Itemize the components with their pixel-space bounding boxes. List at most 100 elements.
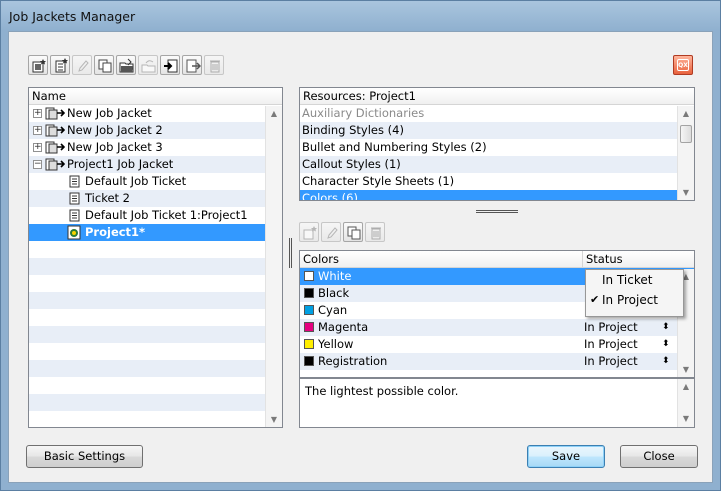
- color-swatch: [304, 339, 314, 349]
- tree-empty-row: [29, 241, 282, 258]
- tree-item-label: New Job Jacket: [67, 106, 152, 120]
- project-ticket-icon: [67, 225, 81, 240]
- tree-header-name[interactable]: Name: [29, 88, 282, 105]
- tree-item[interactable]: Default Job Ticket 1:Project1: [29, 207, 282, 224]
- resources-header-label: Resources: Project1: [303, 89, 416, 103]
- scroll-down-arrow-icon[interactable]: ▼: [266, 412, 282, 427]
- quarkxpress-icon: QX: [677, 59, 689, 71]
- tree-rows: + New Job Jacket + New Job Jacket 2 + New Job…: [29, 105, 282, 427]
- resource-item[interactable]: Bullet and Numbering Styles (2): [300, 139, 694, 156]
- open-button[interactable]: [116, 55, 136, 75]
- color-status-select[interactable]: In Project: [584, 336, 674, 353]
- trash-icon: [371, 227, 381, 240]
- color-row[interactable]: Magenta In Project ⬍: [300, 319, 694, 336]
- edit-button[interactable]: [72, 55, 92, 75]
- status-updown-icon[interactable]: ⬍: [662, 353, 670, 370]
- color-status-select[interactable]: In Project: [584, 319, 674, 336]
- resources-rows: Auxiliary Dictionaries Binding Styles (4)…: [300, 105, 694, 200]
- main-toolbar: [28, 55, 224, 75]
- tree-item[interactable]: Default Job Ticket: [29, 173, 282, 190]
- resource-item[interactable]: Auxiliary Dictionaries: [300, 105, 694, 122]
- export-button[interactable]: [182, 55, 202, 75]
- tree-item[interactable]: − Project1 Job Jacket: [29, 156, 282, 173]
- collapse-icon[interactable]: −: [33, 160, 42, 169]
- expand-icon[interactable]: +: [33, 143, 42, 152]
- duplicate-color-button[interactable]: [343, 222, 363, 242]
- tree-empty-row: [29, 326, 282, 343]
- vertical-splitter-handle[interactable]: [289, 238, 292, 268]
- color-description-text: The lightest possible color.: [305, 384, 459, 398]
- color-status-select[interactable]: In Project: [584, 353, 674, 370]
- tree-item[interactable]: + New Job Jacket 3: [29, 139, 282, 156]
- new-color-button[interactable]: [299, 222, 319, 242]
- color-description-box: The lightest possible color. ▲ ▼: [299, 378, 695, 428]
- delete-button[interactable]: [204, 55, 224, 75]
- job-ticket-icon: [69, 209, 80, 222]
- scroll-down-arrow-icon[interactable]: ▼: [678, 185, 694, 200]
- color-swatch: [304, 288, 314, 298]
- job-jackets-manager-window: Job Jackets Manager QX Name + New Job Ja…: [0, 0, 721, 491]
- dialog-client-area: QX Name + New Job Jacket + New Job Jacket 2…: [8, 31, 713, 483]
- window-title: Job Jackets Manager: [9, 9, 136, 24]
- import-button[interactable]: [160, 55, 180, 75]
- tree-scrollbar[interactable]: ▲ ▼: [265, 106, 282, 427]
- import-icon: [164, 59, 178, 73]
- resources-scrollbar[interactable]: ▲ ▼: [677, 106, 694, 200]
- resource-item[interactable]: Binding Styles (4): [300, 122, 694, 139]
- color-row[interactable]: Yellow In Project ⬍: [300, 336, 694, 353]
- quarkxpress-button[interactable]: QX: [673, 55, 693, 75]
- job-ticket-icon: [69, 175, 80, 188]
- tree-header-label: Name: [32, 89, 66, 103]
- close-button[interactable]: Close: [620, 445, 698, 468]
- tree-item-label: Default Job Ticket 1:Project1: [85, 208, 248, 222]
- tree-item[interactable]: + New Job Jacket: [29, 105, 282, 122]
- new-ticket-icon: [55, 58, 68, 73]
- scroll-down-arrow-icon[interactable]: ▼: [678, 411, 694, 427]
- tree-empty-row: [29, 292, 282, 309]
- color-row[interactable]: Registration In Project ⬍: [300, 353, 694, 370]
- save-button[interactable]: Save: [527, 445, 605, 468]
- colors-column-header[interactable]: Colors: [303, 252, 339, 266]
- basic-settings-button[interactable]: Basic Settings: [26, 445, 143, 468]
- resource-item[interactable]: Colors (6): [300, 190, 694, 200]
- revert-button[interactable]: [138, 55, 158, 75]
- expand-icon[interactable]: +: [33, 126, 42, 135]
- tree-empty-row: [29, 258, 282, 275]
- edit-pencil-icon: [78, 60, 89, 72]
- scroll-down-arrow-icon[interactable]: ▼: [678, 362, 694, 377]
- status-option[interactable]: ✔ In Project: [586, 290, 683, 310]
- status-column-header[interactable]: Status: [582, 251, 626, 268]
- resources-list[interactable]: Resources: Project1 Auxiliary Dictionari…: [299, 87, 695, 201]
- tree-item[interactable]: Project1*: [29, 224, 282, 241]
- resources-scroll-thumb[interactable]: [680, 125, 692, 143]
- color-name: Registration: [318, 354, 388, 368]
- duplicate-button[interactable]: [94, 55, 114, 75]
- status-updown-icon[interactable]: ⬍: [662, 319, 670, 336]
- resources-header[interactable]: Resources: Project1: [300, 88, 694, 105]
- new-job-jacket-button[interactable]: [28, 55, 48, 75]
- job-jacket-icon: [45, 107, 65, 120]
- color-name: Black: [318, 286, 350, 300]
- description-scrollbar[interactable]: ▲ ▼: [677, 379, 694, 427]
- scroll-up-arrow-icon[interactable]: ▲: [266, 106, 282, 122]
- scroll-up-arrow-icon[interactable]: ▲: [678, 106, 694, 122]
- status-option-label: In Ticket: [602, 273, 653, 287]
- expand-icon[interactable]: +: [33, 109, 42, 118]
- edit-pencil-icon: [327, 227, 338, 239]
- status-updown-icon[interactable]: ⬍: [662, 336, 670, 353]
- scroll-up-arrow-icon[interactable]: ▲: [678, 379, 694, 395]
- trash-icon: [210, 60, 220, 73]
- tree-item[interactable]: + New Job Jacket 2: [29, 122, 282, 139]
- edit-color-button[interactable]: [321, 222, 341, 242]
- tree-item-label: New Job Jacket 3: [67, 140, 163, 154]
- status-option[interactable]: In Ticket: [586, 270, 683, 290]
- resource-item[interactable]: Callout Styles (1): [300, 156, 694, 173]
- new-ticket-button[interactable]: [50, 55, 70, 75]
- job-jacket-tree[interactable]: Name + New Job Jacket + New Job Jacket 2 + Ne…: [28, 87, 283, 428]
- job-ticket-icon: [69, 192, 80, 205]
- tree-item[interactable]: Ticket 2: [29, 190, 282, 207]
- horizontal-splitter-handle[interactable]: [476, 210, 518, 213]
- resource-item[interactable]: Character Style Sheets (1): [300, 173, 694, 190]
- delete-color-button[interactable]: [365, 222, 385, 242]
- tree-empty-row: [29, 360, 282, 377]
